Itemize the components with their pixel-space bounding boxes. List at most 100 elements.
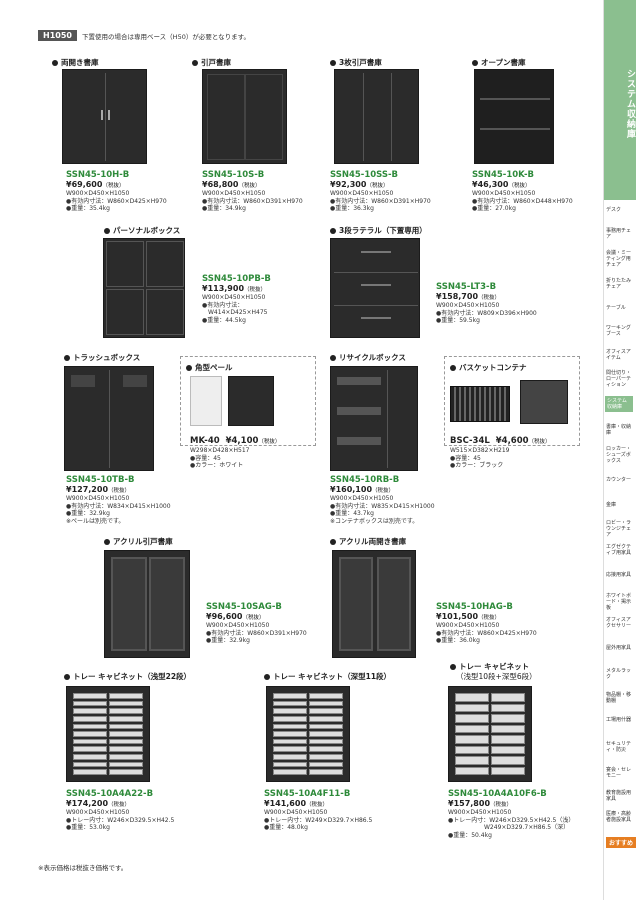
sidebar-item-locker[interactable]: ロッカー・シューズボックス <box>606 446 634 464</box>
footer-note: ※表示価格は税抜き価格です。 <box>38 864 128 872</box>
price: ¥101,500（税抜） <box>436 612 501 621</box>
section-title-recycle-box: リサイクルボックス <box>330 352 406 363</box>
spec-list: W900×D450×H1050 ●有効内寸法：W860×D425×H970 ●重量：… <box>66 190 167 213</box>
price: ¥113,900（税抜） <box>202 284 267 293</box>
spec-list: W900×D450×H1050 ●トレー内寸：W246×D329.5×H42.5（… <box>448 809 575 839</box>
sidebar-item-education[interactable]: 教育施設用家具 <box>606 790 634 802</box>
sidebar-heading: システム収納庫 <box>604 0 636 200</box>
product-photo-pail <box>190 376 222 426</box>
product-photo-pail-installed <box>228 376 274 426</box>
sidebar-item-cabinet[interactable]: 書庫・収納庫 <box>606 424 634 436</box>
product-photo-basket <box>450 386 510 422</box>
bullet-icon <box>330 355 336 361</box>
model-number: SSN45-10K-B <box>472 170 535 180</box>
bullet-icon <box>104 228 110 234</box>
bullet-icon <box>52 60 58 66</box>
bullet-icon <box>64 674 70 680</box>
section-title-acryl-slide: アクリル引戸書庫 <box>104 536 173 547</box>
sidebar-item-table[interactable]: テーブル <box>606 305 634 311</box>
model-number: SSN45-10PB-B <box>202 274 271 284</box>
sidebar-item-lobby-chair[interactable]: ロビー・ラウンジチェア <box>606 520 634 538</box>
price: ¥46,300（税抜） <box>472 180 531 189</box>
product-photo-lateral <box>330 238 420 338</box>
sidebar-item-safe[interactable]: 金庫 <box>606 502 634 508</box>
spec-list: W515×D382×H219 ●容量：45 ●カラー：ブラック <box>450 447 510 470</box>
price: ¥68,800（税抜） <box>202 180 261 189</box>
price: ¥92,300（税抜） <box>330 180 389 189</box>
sidebar-item-desk[interactable]: デスク <box>606 207 634 213</box>
spec-list: W900×D450×H1050 ●有効内寸法：W834×D415×H1000 ●重量… <box>66 495 171 525</box>
spec-list: W900×D450×H1050 ●有効内寸法：W860×D391×H970 ●重量：… <box>330 190 431 213</box>
bullet-icon <box>264 674 270 680</box>
sidebar-item-shelf[interactable]: 物品棚・移動棚 <box>606 692 634 704</box>
section-title-basket: バスケットコンテナ <box>450 362 527 373</box>
sidebar-item-folding-chair[interactable]: 折りたたみチェア <box>606 278 634 290</box>
sidebar-item-factory[interactable]: 工場用什器 <box>606 717 634 723</box>
model-number: MK-40 ¥4,100（税抜） <box>190 436 281 446</box>
bullet-icon <box>330 539 336 545</box>
product-photo-double-door <box>62 69 147 164</box>
model-number: SSN45-10HAG-B <box>436 602 513 612</box>
sidebar-item-office-chair[interactable]: 事務用チェア <box>606 228 634 240</box>
spec-list: W900×D450×H1050 ●有効内寸法：W860×D391×H970 ●重量：… <box>202 190 303 213</box>
product-photo-triple-slide <box>334 69 419 164</box>
section-title-acryl-hinge: アクリル両開き書庫 <box>330 536 406 547</box>
price: ¥158,700（税抜） <box>436 292 501 301</box>
sidebar-item-medical[interactable]: 医療・高齢者施設家具 <box>606 811 634 823</box>
spec-list: W298×D428×H517 ●容量：45 ●カラー：ホワイト <box>190 447 250 470</box>
section-title-pail: 角型ペール <box>186 362 233 373</box>
spec-list: W900×D450×H1050 ●有効内寸法： W414×D425×H475 ●重量… <box>202 294 268 324</box>
section-subtitle-tray-mixed: （浅型10段+深型6段） <box>456 672 537 681</box>
spec-list: W900×D450×H1050 ●トレー内寸：W249×D329.7×H86.5 ●… <box>264 809 373 832</box>
product-photo-tray-deep <box>266 686 350 782</box>
price: ¥174,200（税抜） <box>66 799 131 808</box>
section-title-tray-shallow: トレー キャビネット（浅型22段） <box>64 671 191 682</box>
product-photo-personal-box <box>103 238 185 338</box>
spec-list: W900×D450×H1050 ●トレー内寸：W246×D329.5×H42.5 ●… <box>66 809 175 832</box>
model-number: SSN45-10RB-B <box>330 475 400 485</box>
price: ¥96,600（税抜） <box>206 612 265 621</box>
product-photo-sliding-door <box>202 69 287 164</box>
product-photo-trash-box <box>64 366 154 471</box>
model-number: SSN45-10SAG-B <box>206 602 282 612</box>
sidebar-item-system-storage[interactable]: システム収納庫 <box>605 396 633 412</box>
sidebar-item-security[interactable]: セキュリティ・防災 <box>606 741 634 753</box>
recommend-badge[interactable]: おすすめ <box>606 837 636 848</box>
model-number: SSN45-10TB-B <box>66 475 135 485</box>
model-number: SSN45-10A4A22-B <box>66 789 154 799</box>
section-title-sliding-door: 引戸書庫 <box>192 57 231 68</box>
sidebar-item-counter[interactable]: カウンター <box>606 477 634 483</box>
bullet-icon <box>64 355 70 361</box>
product-photo-acryl-slide <box>104 550 190 658</box>
sidebar-item-metal-rack[interactable]: メタルラック <box>606 668 634 680</box>
section-title-trash-box: トラッシュボックス <box>64 352 140 363</box>
sidebar-item-executive[interactable]: エグゼクティブ用家具 <box>606 544 634 556</box>
sidebar-item-working-booth[interactable]: ワーキングブース <box>606 325 634 337</box>
sidebar-item-whiteboard[interactable]: ホワイトボード・掲示板 <box>606 593 634 611</box>
model-number: SSN45-10SS-B <box>330 170 399 180</box>
header-note: 下置使用の場合は専用ベース（H50）が必要となります。 <box>82 33 250 41</box>
sidebar-item-partition[interactable]: 間仕切り・ローパーティション <box>606 370 634 388</box>
bullet-icon <box>472 60 478 66</box>
sidebar-item-office-item[interactable]: オフィスアイテム <box>606 349 634 361</box>
section-title-tray-deep: トレー キャビネット（深型11段） <box>264 671 391 682</box>
model-number: SSN45-LT3-B <box>436 282 497 292</box>
spec-list: W900×D450×H1050 ●有効内寸法：W860×D425×H970 ●重量：… <box>436 622 537 645</box>
section-title-personal-box: パーソナルボックス <box>104 225 180 236</box>
sidebar-item-office-accessory[interactable]: オフィスアクセサリー <box>606 617 634 629</box>
sidebar-item-outdoor[interactable]: 屋外用家具 <box>606 645 634 651</box>
price: ¥157,800（税抜） <box>448 799 513 808</box>
sidebar-item-meeting-chair[interactable]: 会議・ミーティング用チェア <box>606 250 634 268</box>
price: ¥141,600（税抜） <box>264 799 329 808</box>
sidebar-item-banquet[interactable]: 宴会・セレモニー <box>606 767 634 779</box>
spec-list: W900×D450×H1050 ●有効内寸法：W860×D448×H970 ●重量：… <box>472 190 573 213</box>
model-number: SSN45-10A4A10F6-B <box>448 789 547 799</box>
section-title-lateral: 3段ラテラル（下置専用） <box>330 225 427 236</box>
bullet-icon <box>186 365 192 371</box>
spec-list: W900×D450×H1050 ●有効内寸法：W860×D391×H970 ●重量：… <box>206 622 307 645</box>
series-badge: H1050 <box>38 30 77 41</box>
model-number: SSN45-10S-B <box>202 170 265 180</box>
bullet-icon <box>192 60 198 66</box>
bullet-icon <box>104 539 110 545</box>
sidebar-item-reception[interactable]: 応接用家具 <box>606 572 634 578</box>
